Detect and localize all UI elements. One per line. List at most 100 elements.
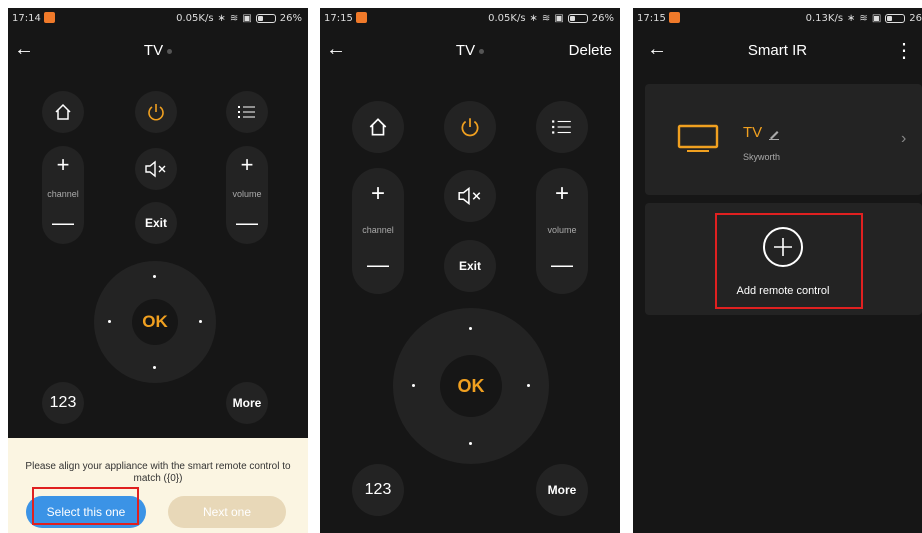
device-name: TV <box>743 124 763 141</box>
delete-button[interactable]: Delete <box>569 42 612 59</box>
power-icon <box>461 118 479 137</box>
volume-up-button[interactable]: + <box>536 180 588 208</box>
battery-level: 26 <box>909 13 922 24</box>
more-button[interactable]: More <box>536 464 588 516</box>
title-text: TV <box>455 42 476 59</box>
channel-down-button[interactable]: — <box>352 252 404 278</box>
header: ← TV <box>8 32 308 66</box>
dpad-right[interactable] <box>527 384 530 387</box>
mute-button[interactable] <box>444 170 496 222</box>
volume-down-button[interactable]: — <box>226 210 268 236</box>
app-notification-icon <box>669 12 680 23</box>
tv-icon <box>677 124 719 152</box>
app-notification-icon <box>44 12 55 23</box>
channel-label: channel <box>362 225 394 235</box>
page-title: Smart IR <box>747 42 808 59</box>
menu-button[interactable] <box>536 101 588 153</box>
channel-up-button[interactable]: + <box>42 152 84 178</box>
ok-button[interactable]: OK <box>440 355 502 417</box>
chevron-right-icon[interactable]: › <box>901 130 906 148</box>
ok-button[interactable]: OK <box>132 299 178 345</box>
dpad: OK <box>94 261 216 383</box>
wifi-icon: ≋ <box>541 13 551 24</box>
exit-button[interactable]: Exit <box>444 240 496 292</box>
wifi-icon: ≋ <box>859 13 868 24</box>
next-one-button[interactable]: Next one <box>168 496 286 528</box>
volume-label: volume <box>547 225 577 235</box>
volume-down-button[interactable]: — <box>536 252 588 278</box>
power-button[interactable] <box>444 101 496 153</box>
mute-icon <box>145 160 166 178</box>
exit-button[interactable]: Exit <box>135 202 177 244</box>
channel-down-button[interactable]: — <box>42 210 84 236</box>
battery-icon <box>255 14 276 23</box>
power-button[interactable] <box>135 91 177 133</box>
battery-level: 26% <box>591 13 614 24</box>
align-message: Please align your appliance with the sma… <box>25 461 291 484</box>
sim-icon: ▣ <box>871 13 882 24</box>
power-icon <box>148 104 164 121</box>
more-vertical-icon[interactable]: ⋮ <box>894 38 914 63</box>
mute-button[interactable] <box>135 148 177 190</box>
menu-list-icon <box>552 120 571 134</box>
home-icon <box>369 118 387 136</box>
screen-remote-control: 17:15 0.05K/s ∗ ≋ ▣ 26% ← TV Delete + ch… <box>320 8 620 533</box>
dpad: OK <box>393 308 549 464</box>
bluetooth-icon: ∗ <box>847 13 856 24</box>
title-status-dot <box>167 48 173 54</box>
numpad-button[interactable]: 123 <box>352 464 404 516</box>
status-time: 17:14 <box>12 13 41 24</box>
status-right: 0.05K/s ∗ ≋ ▣ 26% <box>488 13 614 24</box>
bluetooth-icon: ∗ <box>217 13 226 24</box>
dpad-up[interactable] <box>153 275 156 278</box>
highlight-box <box>32 487 139 525</box>
channel-label: channel <box>47 189 79 199</box>
dpad-down[interactable] <box>469 442 472 445</box>
status-right: 0.13K/s ∗ ≋ ▣ 26 <box>806 13 922 24</box>
bluetooth-icon: ∗ <box>529 13 538 24</box>
dpad-right[interactable] <box>199 320 202 323</box>
dpad-left[interactable] <box>108 320 111 323</box>
device-card[interactable]: TV Skyworth › <box>645 84 922 195</box>
home-button[interactable] <box>352 101 404 153</box>
status-time: 17:15 <box>324 13 353 24</box>
volume-label: volume <box>232 189 262 199</box>
battery-icon <box>885 14 906 23</box>
dpad-down[interactable] <box>153 366 156 369</box>
status-bar: 17:15 0.05K/s ∗ ≋ ▣ 26% <box>320 8 620 28</box>
channel-up-button[interactable]: + <box>352 180 404 208</box>
wifi-icon: ≋ <box>229 13 239 24</box>
volume-up-button[interactable]: + <box>226 152 268 178</box>
edit-pencil-icon[interactable] <box>768 128 780 140</box>
sim-icon: ▣ <box>554 13 564 24</box>
header: ← Smart IR ⋮ <box>633 32 922 66</box>
network-speed: 0.05K/s <box>176 13 214 24</box>
status-time: 17:15 <box>637 13 666 24</box>
network-speed: 0.13K/s <box>805 13 844 24</box>
volume-rocker: + volume — <box>536 168 588 294</box>
network-speed: 0.05K/s <box>488 13 526 24</box>
mute-icon <box>458 186 481 206</box>
home-button[interactable] <box>42 91 84 133</box>
volume-rocker: + volume — <box>226 146 268 244</box>
status-bar: 17:15 0.13K/s ∗ ≋ ▣ 26 <box>633 8 922 28</box>
status-bar: 17:14 0.05K/s ∗ ≋ ▣ 26% <box>8 8 308 28</box>
highlight-box <box>715 213 863 309</box>
screen-smart-ir: 17:15 0.13K/s ∗ ≋ ▣ 26 ← Smart IR ⋮ TV S <box>633 8 922 533</box>
app-notification-icon <box>356 12 367 23</box>
dpad-up[interactable] <box>469 327 472 330</box>
device-brand: Skyworth <box>743 152 781 162</box>
dpad-left[interactable] <box>412 384 415 387</box>
add-remote-card[interactable]: Add remote control <box>645 203 922 315</box>
channel-rocker: + channel — <box>352 168 404 294</box>
header: ← TV Delete <box>320 32 620 66</box>
home-icon <box>55 103 71 120</box>
match-prompt: Please align your appliance with the sma… <box>8 438 308 533</box>
more-button[interactable]: More <box>226 382 268 424</box>
page-title: TV <box>8 42 308 59</box>
menu-button[interactable] <box>226 91 268 133</box>
screen-remote-matching: 17:14 0.05K/s ∗ ≋ ▣ 26% ← TV + channel —… <box>8 8 308 533</box>
numpad-button[interactable]: 123 <box>42 382 84 424</box>
battery-icon <box>567 14 588 23</box>
title-text: TV <box>143 42 164 59</box>
